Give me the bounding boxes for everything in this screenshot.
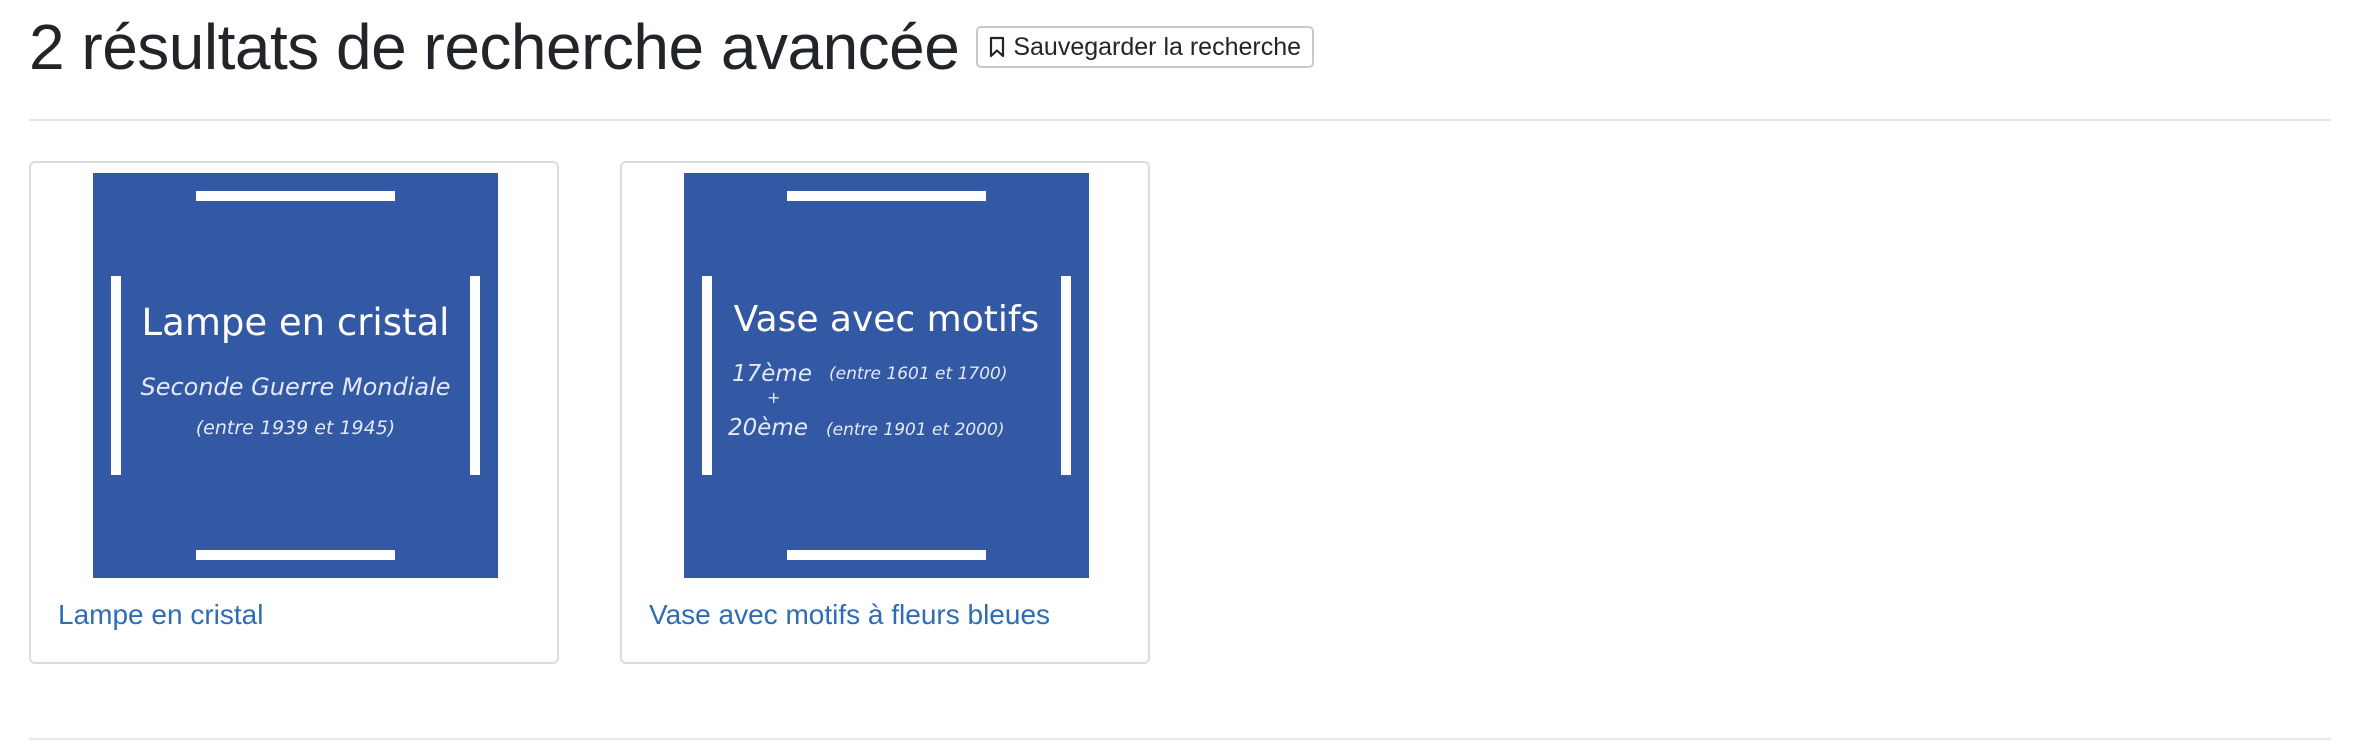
results-header: 2 résultats de recherche avancée Sauvega… [29,4,1315,90]
thumbnail-period-1-dates: (entre 1601 et 1700) [829,364,1008,384]
thumbnail-plus: + [767,388,781,407]
thumbnail-period-2: 20ème [728,415,808,441]
save-search-label: Sauvegarder la recherche [1013,32,1302,61]
result-card: Vase avec motifs 17ème (entre 1601 et 17… [620,161,1150,664]
thumbnail-frame-top [196,191,395,201]
thumbnail-title: Lampe en cristal [141,301,450,344]
result-thumbnail[interactable]: Vase avec motifs 17ème (entre 1601 et 17… [684,173,1089,578]
save-search-button[interactable]: Sauvegarder la recherche [976,26,1315,68]
thumbnail-period-1: 17ème [732,361,812,387]
thumbnail-period-2-dates: (entre 1901 et 2000) [826,420,1005,440]
thumbnail-dates: (entre 1939 et 1945) [195,417,396,439]
thumbnail-title: Vase avec motifs [733,299,1040,340]
result-card: Lampe en cristal Seconde Guerre Mondiale… [29,161,559,664]
header-divider [29,119,2331,121]
thumbnail-frame-bottom [196,550,395,560]
footer-divider [29,738,2331,740]
bookmark-icon [987,35,1007,59]
result-link[interactable]: Vase avec motifs à fleurs bleues [649,599,1050,631]
thumbnail-frame-top [787,191,986,201]
result-link[interactable]: Lampe en cristal [58,599,263,631]
page-title: 2 résultats de recherche avancée [29,11,960,83]
results-grid: Lampe en cristal Seconde Guerre Mondiale… [29,161,1150,664]
thumbnail-frame-bottom [787,550,986,560]
search-results-page: 2 résultats de recherche avancée Sauvega… [0,0,2360,748]
result-thumbnail[interactable]: Lampe en cristal Seconde Guerre Mondiale… [93,173,498,578]
thumbnail-subtitle: Seconde Guerre Mondiale [140,373,451,401]
